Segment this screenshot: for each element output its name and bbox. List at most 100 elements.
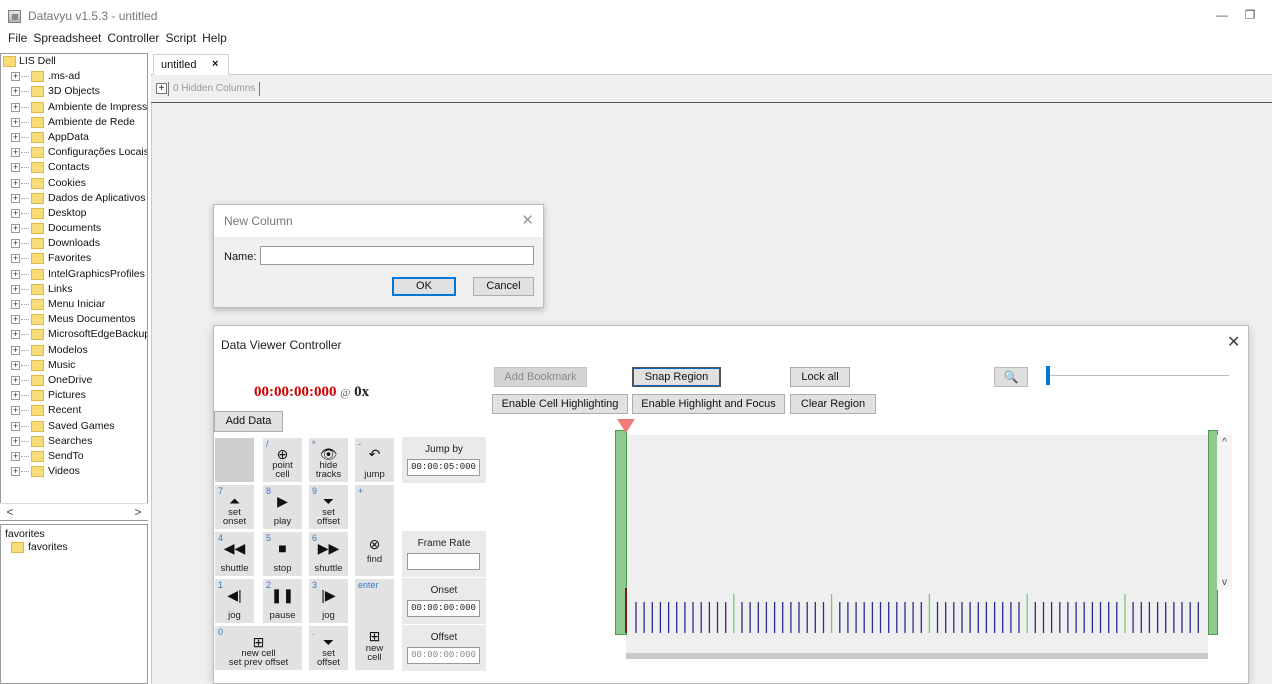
- tree-item[interactable]: + Pictures: [1, 388, 147, 403]
- scroll-down-button[interactable]: v: [1217, 577, 1232, 588]
- expand-icon[interactable]: +: [11, 375, 20, 385]
- expand-icon[interactable]: +: [11, 178, 20, 188]
- tree-item[interactable]: + MicrosoftEdgeBackups: [1, 327, 147, 342]
- zoom-slider-thumb[interactable]: [1046, 366, 1050, 385]
- tree-item[interactable]: +3D Objects: [1, 84, 147, 99]
- jump-button[interactable]: - ↶ jump: [354, 437, 395, 483]
- expand-icon[interactable]: +: [11, 345, 20, 355]
- tree-item[interactable]: + Searches: [1, 434, 147, 449]
- tree-item[interactable]: + AppData: [1, 130, 147, 145]
- expand-icon[interactable]: +: [11, 72, 20, 82]
- tree-item[interactable]: + .ms-ad: [1, 69, 147, 84]
- menu-spreadsheet[interactable]: Spreadsheet: [32, 30, 102, 46]
- expand-icon[interactable]: +: [11, 132, 20, 142]
- jog-forward-button[interactable]: 3 |▶ jog: [308, 578, 349, 624]
- expand-icon[interactable]: +: [11, 239, 20, 249]
- expand-icon[interactable]: +: [11, 421, 20, 431]
- tree-item[interactable]: + Desktop: [1, 206, 147, 221]
- expand-icon[interactable]: +: [11, 224, 20, 234]
- expand-icon[interactable]: +: [11, 391, 20, 401]
- frame-rate-input[interactable]: [407, 553, 480, 570]
- controller-close-button[interactable]: ✕: [1227, 332, 1240, 352]
- show-hidden-columns-button[interactable]: +: [156, 83, 167, 94]
- expand-icon[interactable]: +: [11, 284, 20, 294]
- restore-button[interactable]: ❐: [1240, 6, 1260, 24]
- pause-button[interactable]: 2 ❚❚ pause: [262, 578, 303, 624]
- play-button[interactable]: 8 ▶ play: [262, 484, 303, 530]
- shuttle-back-button[interactable]: 4 ◀◀ shuttle: [214, 531, 255, 577]
- menu-help[interactable]: Help: [201, 30, 228, 46]
- scroll-up-button[interactable]: ^: [1217, 437, 1232, 448]
- set-offset-button[interactable]: 9 ⏷ set offset: [308, 484, 349, 530]
- expand-icon[interactable]: +: [11, 269, 20, 279]
- expand-icon[interactable]: +: [11, 117, 20, 127]
- tree-item[interactable]: + Meus Documentos: [1, 312, 147, 327]
- expand-icon[interactable]: +: [11, 315, 20, 325]
- scroll-left-button[interactable]: <: [2, 504, 18, 520]
- expand-icon[interactable]: +: [11, 436, 20, 446]
- add-data-button[interactable]: Add Data: [214, 411, 283, 432]
- expand-icon[interactable]: +: [11, 406, 20, 416]
- tree-item[interactable]: + Documents: [1, 221, 147, 236]
- tree-item[interactable]: + Modelos: [1, 343, 147, 358]
- tree-item[interactable]: + Contacts: [1, 160, 147, 175]
- tab-close-icon[interactable]: ×: [212, 58, 218, 70]
- timeline-scrollbar[interactable]: ^ v: [1217, 435, 1232, 590]
- expand-icon[interactable]: +: [11, 163, 20, 173]
- snap-region-button[interactable]: Snap Region: [632, 367, 721, 387]
- menu-file[interactable]: File: [7, 30, 28, 46]
- ok-button[interactable]: OK: [392, 277, 456, 296]
- tree-item[interactable]: + Menu Iniciar: [1, 297, 147, 312]
- expand-icon[interactable]: +: [11, 451, 20, 461]
- dialog-close-button[interactable]: ✕: [521, 211, 534, 229]
- jog-back-button[interactable]: 1 ◀| jog: [214, 578, 255, 624]
- tree-item[interactable]: + Dados de Aplicativos: [1, 191, 147, 206]
- new-cell-button[interactable]: enter ⊞ new cell: [354, 578, 395, 671]
- tree-item[interactable]: + Cookies: [1, 176, 147, 191]
- onset-input[interactable]: 00:00:00:000: [407, 600, 480, 617]
- expand-icon[interactable]: +: [11, 193, 20, 203]
- tree-item[interactable]: + SendTo: [1, 449, 147, 464]
- expand-icon[interactable]: +: [11, 148, 20, 158]
- expand-icon[interactable]: +: [11, 102, 20, 112]
- tree-item[interactable]: + Saved Games: [1, 419, 147, 434]
- tree-item[interactable]: + OneDrive: [1, 373, 147, 388]
- jump-by-input[interactable]: 00:00:05:000: [407, 459, 480, 476]
- find-button[interactable]: + ⊗ find: [354, 484, 395, 577]
- expand-icon[interactable]: +: [11, 300, 20, 309]
- expand-icon[interactable]: +: [11, 208, 20, 218]
- expand-icon[interactable]: +: [11, 360, 20, 370]
- hide-tracks-button[interactable]: * 👁 hide tracks: [308, 437, 349, 483]
- scroll-right-button[interactable]: >: [130, 504, 146, 520]
- tree-item[interactable]: + Downloads: [1, 236, 147, 251]
- tree-root[interactable]: LIS Dell: [1, 54, 147, 69]
- tree-item[interactable]: + Videos: [1, 464, 147, 479]
- set-offset-bottom-button[interactable]: . ⏷ set offset: [308, 625, 349, 671]
- add-bookmark-button[interactable]: Add Bookmark: [494, 367, 587, 387]
- point-cell-button[interactable]: / ⊕ point cell: [262, 437, 303, 483]
- lock-all-button[interactable]: Lock all: [790, 367, 850, 387]
- tree-item[interactable]: + IntelGraphicsProfiles: [1, 267, 147, 282]
- expand-icon[interactable]: +: [11, 254, 20, 264]
- minimize-button[interactable]: —: [1212, 6, 1232, 24]
- cancel-button[interactable]: Cancel: [473, 277, 534, 296]
- enable-cell-highlighting-button[interactable]: Enable Cell Highlighting: [492, 394, 628, 414]
- expand-icon[interactable]: +: [11, 330, 20, 340]
- menu-controller[interactable]: Controller: [106, 30, 160, 46]
- playhead-marker[interactable]: [617, 419, 635, 433]
- stop-button[interactable]: 5 ■ stop: [262, 531, 303, 577]
- menu-script[interactable]: Script: [164, 30, 197, 46]
- tree-item[interactable]: + Configurações Locais: [1, 145, 147, 160]
- expand-icon[interactable]: +: [11, 467, 20, 477]
- tree-item[interactable]: + Links: [1, 282, 147, 297]
- scroll-thumb[interactable]: [18, 507, 124, 517]
- set-onset-button[interactable]: 7 ⏶ set onset: [214, 484, 255, 530]
- tree-item[interactable]: + Recent: [1, 403, 147, 418]
- tree-item[interactable]: + Ambiente de Impressã: [1, 100, 147, 115]
- offset-input[interactable]: 00:00:00:000: [407, 647, 480, 664]
- tree-item[interactable]: + Ambiente de Rede: [1, 115, 147, 130]
- expand-icon[interactable]: +: [11, 87, 20, 97]
- zoom-button[interactable]: 🔍: [994, 367, 1028, 387]
- new-cell-set-prev-offset-button[interactable]: 0 ⊞ new cell set prev offset: [214, 625, 303, 671]
- clear-region-button[interactable]: Clear Region: [790, 394, 876, 414]
